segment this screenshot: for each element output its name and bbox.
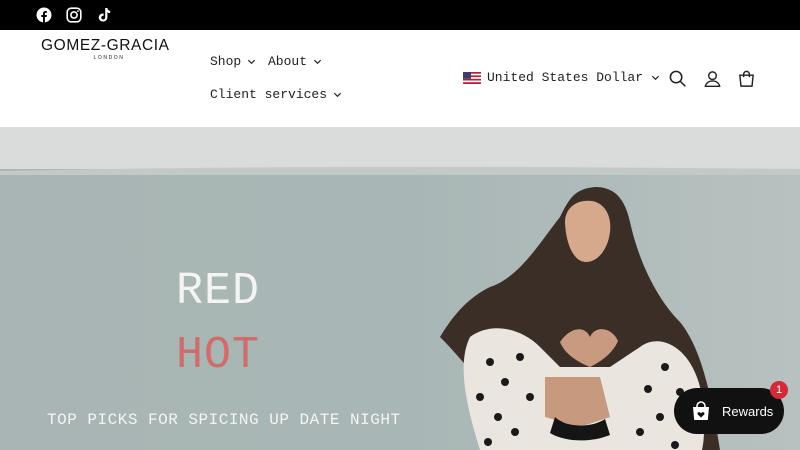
chevron-down-icon	[333, 92, 342, 98]
logo-wordmark: GOMEZ-GRACIA	[41, 37, 170, 54]
search-icon[interactable]	[668, 69, 687, 88]
cart-icon[interactable]	[737, 69, 756, 88]
nav-client-services[interactable]: Client services	[210, 87, 342, 102]
tiktok-icon[interactable]	[96, 7, 112, 23]
nav-shop[interactable]: Shop	[210, 54, 256, 69]
nav-about[interactable]: About	[268, 54, 322, 69]
currency-label: United States Dollar	[487, 70, 644, 85]
rewards-button[interactable]: Rewards	[674, 388, 784, 434]
rewards-label: Rewards	[722, 403, 774, 419]
notification-badge: 1	[770, 381, 788, 399]
hero-title-line-2: HOT	[176, 330, 261, 381]
nav-about-label: About	[268, 54, 308, 69]
shopping-bag-icon	[693, 401, 709, 420]
nav-shop-label: Shop	[210, 54, 242, 69]
top-bar	[0, 0, 800, 30]
hero-title-line-1: RED	[176, 266, 261, 317]
logo[interactable]: GOMEZ-GRACIA LONDON	[41, 37, 181, 62]
account-icon[interactable]	[703, 69, 722, 88]
us-flag-icon	[463, 71, 481, 84]
facebook-icon[interactable]	[36, 7, 52, 23]
currency-selector[interactable]: United States Dollar	[463, 70, 660, 85]
chevron-down-icon	[651, 75, 660, 81]
instagram-icon[interactable]	[66, 7, 82, 23]
logo-subtitle: LONDON	[93, 55, 125, 61]
chevron-down-icon	[313, 59, 322, 65]
chevron-down-icon	[248, 59, 256, 65]
hero-subtitle: TOP PICKS FOR SPICING UP DATE NIGHT	[47, 411, 401, 429]
nav-client-services-label: Client services	[210, 87, 328, 102]
